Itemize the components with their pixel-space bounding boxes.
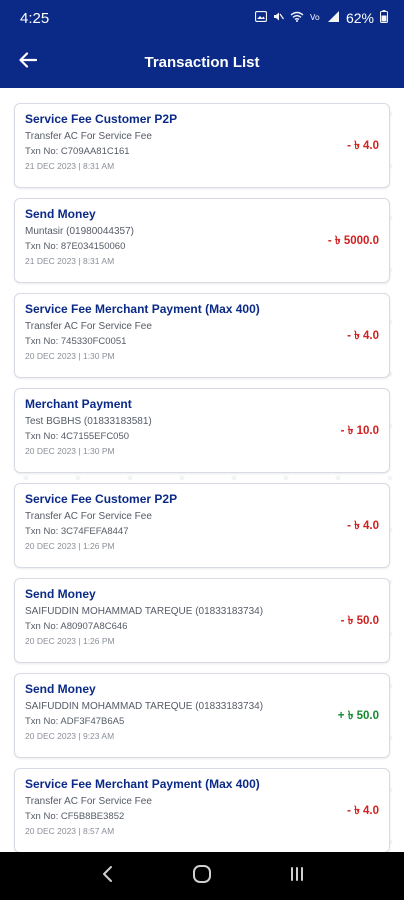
transaction-date: 21 DEC 2023 | 8:31 AM (25, 161, 115, 171)
transaction-date: 21 DEC 2023 | 8:31 AM (25, 256, 115, 266)
transaction-number: Txn No: 745330FC0051 (25, 336, 127, 347)
transaction-number: Txn No: C709AA81C161 (25, 146, 130, 157)
navigation-bar (0, 852, 404, 900)
transaction-title: Send Money (25, 682, 96, 696)
back-button[interactable] (0, 36, 56, 88)
transaction-title: Send Money (25, 207, 96, 221)
transaction-title: Merchant Payment (25, 397, 132, 411)
transaction-card[interactable]: Service Fee Merchant Payment (Max 400) Tr… (14, 768, 390, 852)
transaction-amount: - ৳ 4.0 (347, 520, 379, 532)
mute-icon (273, 11, 284, 25)
transaction-title: Service Fee Merchant Payment (Max 400) (25, 777, 260, 791)
arrow-left-icon (19, 51, 38, 73)
nav-back-button[interactable] (87, 856, 127, 896)
signal-icon (327, 11, 340, 25)
transaction-description: Transfer AC For Service Fee (25, 131, 152, 142)
transaction-date: 20 DEC 2023 | 9:23 AM (25, 731, 115, 741)
transaction-date: 20 DEC 2023 | 8:57 AM (25, 826, 115, 836)
transaction-amount: + ৳ 50.0 (337, 710, 379, 722)
transaction-number: Txn No: 87E034150060 (25, 241, 126, 252)
transaction-date: 20 DEC 2023 | 1:26 PM (25, 636, 115, 646)
transaction-card[interactable]: Merchant Payment Test BGBHS (01833183581)… (14, 388, 390, 473)
transaction-date: 20 DEC 2023 | 1:30 PM (25, 351, 115, 361)
status-time: 4:25 (20, 9, 50, 27)
transaction-card[interactable]: Service Fee Merchant Payment (Max 400) Tr… (14, 293, 390, 378)
nav-home-button[interactable] (182, 856, 222, 896)
transaction-amount: - ৳ 5000.0 (327, 235, 379, 247)
transaction-number: Txn No: 4C7155EFC050 (25, 431, 130, 442)
nav-recents-button[interactable] (277, 856, 317, 896)
transaction-description: Muntasir (01980044357) (25, 226, 134, 237)
status-bar: 4:25 Vo 62% (0, 0, 404, 36)
transaction-card[interactable]: Send Money SAIFUDDIN MOHAMMAD TAREQUE (01… (14, 578, 390, 663)
transaction-number: Txn No: ADF3F47B6A5 (25, 716, 125, 727)
transaction-amount: - ৳ 50.0 (340, 615, 379, 627)
transaction-date: 20 DEC 2023 | 1:30 PM (25, 446, 115, 456)
transaction-amount: - ৳ 4.0 (347, 330, 379, 342)
transaction-list[interactable]: Service Fee Customer P2P Transfer AC For … (0, 88, 404, 852)
gallery-icon (254, 10, 268, 25)
transaction-description: Transfer AC For Service Fee (25, 511, 152, 522)
status-icons: Vo 62% (254, 10, 388, 26)
transaction-description: Transfer AC For Service Fee (25, 321, 152, 332)
transaction-number: Txn No: CF5B8BE3852 (25, 811, 125, 822)
transaction-title: Service Fee Merchant Payment (Max 400) (25, 302, 260, 316)
transaction-amount: - ৳ 4.0 (347, 140, 379, 152)
nav-home-icon (192, 864, 212, 889)
transaction-date: 20 DEC 2023 | 1:26 PM (25, 541, 115, 551)
transaction-card[interactable]: Send Money SAIFUDDIN MOHAMMAD TAREQUE (01… (14, 673, 390, 758)
transaction-card[interactable]: Send Money Muntasir (01980044357) Txn No: … (14, 198, 390, 283)
transaction-description: Transfer AC For Service Fee (25, 796, 152, 807)
transaction-title: Service Fee Customer P2P (25, 492, 178, 506)
transaction-number: Txn No: A80907A8C646 (25, 621, 128, 632)
transaction-number: Txn No: 3C74FEFA8447 (25, 526, 129, 537)
nav-recents-icon (289, 866, 305, 887)
transaction-description: SAIFUDDIN MOHAMMAD TAREQUE (01833183734) (25, 701, 264, 712)
transaction-amount: - ৳ 10.0 (340, 425, 379, 437)
transaction-description: SAIFUDDIN MOHAMMAD TAREQUE (01833183734) (25, 606, 264, 617)
volte-icon: Vo (310, 11, 322, 25)
transaction-amount: - ৳ 4.0 (347, 805, 379, 817)
transaction-title: Send Money (25, 587, 96, 601)
wifi-icon (290, 11, 304, 25)
transaction-list-items: Service Fee Customer P2P Transfer AC For … (0, 88, 404, 852)
page-title: Transaction List (144, 53, 260, 71)
battery-percent: 62% (345, 10, 374, 26)
transaction-title: Service Fee Customer P2P (25, 112, 178, 126)
app-bar: Transaction List (0, 36, 404, 88)
transaction-card[interactable]: Service Fee Customer P2P Transfer AC For … (14, 103, 390, 188)
nav-back-icon (101, 865, 113, 888)
svg-text:Vo: Vo (310, 13, 320, 22)
transaction-card[interactable]: Service Fee Customer P2P Transfer AC For … (14, 483, 390, 568)
battery-icon (380, 10, 388, 26)
transaction-description: Test BGBHS (01833183581) (25, 416, 152, 427)
